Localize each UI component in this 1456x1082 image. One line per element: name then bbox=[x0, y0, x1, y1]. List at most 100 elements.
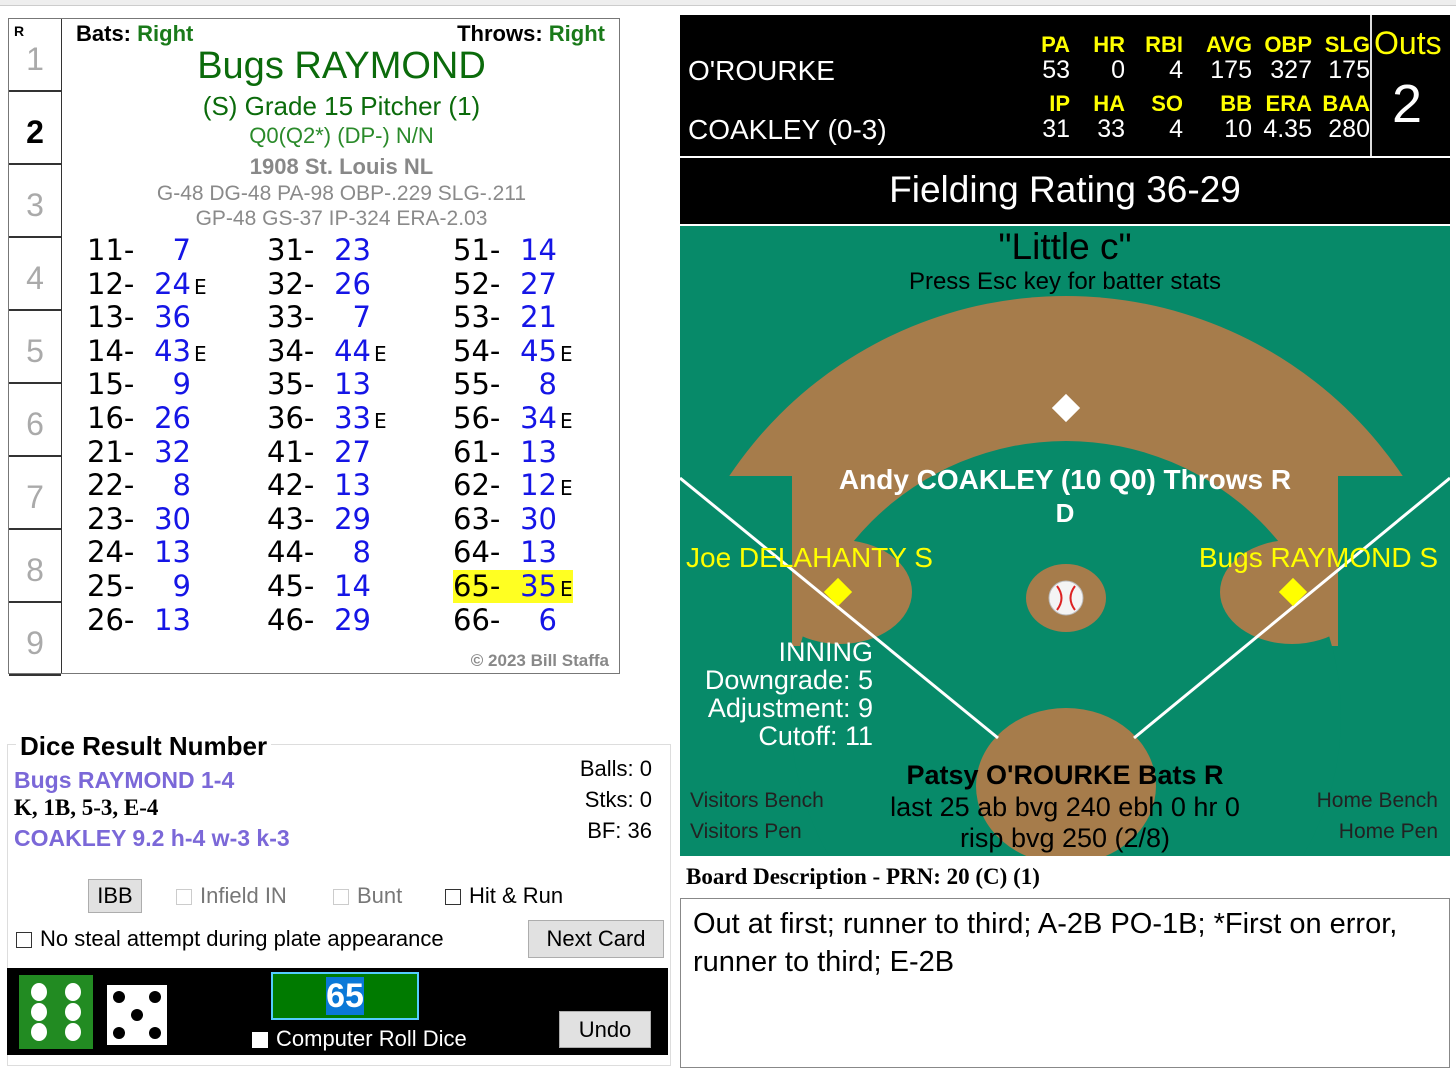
pitcher-sub: D bbox=[1055, 498, 1075, 528]
pitcher-name: COAKLEY (0-3) bbox=[688, 114, 887, 145]
batter-name: O'ROURKE bbox=[688, 55, 835, 86]
dice-number: 15- bbox=[87, 367, 135, 402]
dice-number: 46- bbox=[267, 602, 315, 637]
result-number: 30 bbox=[520, 501, 557, 536]
result-number: 13 bbox=[154, 535, 191, 570]
dice-number: 31- bbox=[267, 233, 315, 267]
field-hint: Press Esc key for batter stats bbox=[908, 268, 1222, 295]
card-result-cell: 26- 13 bbox=[87, 602, 194, 637]
pitcher-header: ERA bbox=[1265, 91, 1312, 116]
rotation-row-8[interactable]: 8 bbox=[9, 530, 61, 603]
third-base-runner[interactable]: Joe DELAHANTY S bbox=[686, 542, 933, 574]
dice-number: 56- bbox=[453, 401, 501, 435]
throws: Throws: Right bbox=[457, 21, 605, 46]
card-result-cell: 44- 8 bbox=[267, 536, 374, 569]
computer-roll-checkbox[interactable]: Computer Roll Dice bbox=[252, 1026, 467, 1052]
card-result-cell: 23- 30 bbox=[87, 501, 194, 536]
result-number: 13 bbox=[334, 468, 371, 503]
result-number: 13 bbox=[334, 367, 371, 402]
visitors-pen[interactable]: Visitors Pen bbox=[690, 820, 802, 844]
card-result-cell: 34- 44 E bbox=[267, 333, 387, 368]
ibb-button[interactable]: IBB bbox=[88, 879, 142, 913]
error-flag: E bbox=[194, 341, 207, 366]
result-number: 8 bbox=[172, 468, 191, 503]
result-number: 6 bbox=[538, 602, 557, 637]
error-flag: E bbox=[194, 274, 207, 299]
rotation-row-2[interactable]: 2 bbox=[9, 92, 61, 165]
tab-strip[interactable] bbox=[0, 0, 1456, 6]
next-card-button[interactable]: Next Card bbox=[528, 920, 664, 958]
dice-number: 66- bbox=[453, 602, 501, 637]
result-number: 30 bbox=[154, 501, 191, 536]
rotation-row-9[interactable]: 9 bbox=[9, 603, 61, 676]
pitcher-header: HA bbox=[1093, 91, 1125, 116]
hit-and-run-checkbox[interactable]: Hit & Run bbox=[445, 883, 563, 909]
result-number: 45 bbox=[520, 333, 557, 368]
pitcher-line: COAKLEY 9.2 h-4 w-3 k-3 bbox=[14, 825, 290, 851]
batter-value: 0 bbox=[1111, 56, 1125, 84]
batter-label: Patsy O'ROURKE Bats R bbox=[906, 760, 1224, 790]
rotation-row-6[interactable]: 6 bbox=[9, 384, 61, 457]
card-result-cell: 62- 12 E bbox=[453, 469, 573, 502]
rotation-row-5[interactable]: 5 bbox=[9, 311, 61, 384]
baseball-icon bbox=[1048, 580, 1084, 616]
result-number: 14 bbox=[520, 233, 557, 267]
batter-value: 4 bbox=[1169, 56, 1183, 84]
bunt-checkbox[interactable]: Bunt bbox=[333, 883, 402, 909]
rotation-row-3[interactable]: 3 bbox=[9, 165, 61, 238]
result-number: 29 bbox=[334, 602, 371, 637]
card-result-cell: 61- 13 bbox=[453, 435, 560, 469]
dice-result-field[interactable]: 65 bbox=[271, 972, 419, 1020]
batter-line2: last 25 ab bvg 240 ebh 0 hr 0 bbox=[890, 792, 1240, 822]
result-number: 7 bbox=[352, 300, 371, 335]
dice-result-panel: Dice Result Number Bugs RAYMOND 1-4 K, 1… bbox=[7, 731, 671, 1066]
rotation-row-4[interactable]: 4 bbox=[9, 238, 61, 311]
home-bench[interactable]: Home Bench bbox=[1317, 789, 1438, 813]
pitcher-header: SO bbox=[1151, 91, 1183, 116]
home-pen[interactable]: Home Pen bbox=[1339, 820, 1438, 844]
result-number: 9 bbox=[172, 569, 191, 603]
visitors-bench[interactable]: Visitors Bench bbox=[690, 789, 824, 813]
batter-value: 327 bbox=[1270, 56, 1312, 84]
result-number: 33 bbox=[334, 401, 371, 435]
dice-number: 41- bbox=[267, 434, 315, 469]
rotation-column: R 123456789 bbox=[9, 19, 62, 676]
balls: Balls: 0 bbox=[579, 756, 652, 781]
result-number: 13 bbox=[520, 535, 557, 570]
inning-info: INNING Downgrade: 5 Adjustment: 9 Cutoff… bbox=[688, 638, 873, 750]
card-result-cell: 65- 35 E bbox=[453, 570, 573, 603]
first-base-runner[interactable]: Bugs RAYMOND S bbox=[1199, 542, 1438, 574]
dice-number: 23- bbox=[87, 501, 135, 536]
card-result-cell: 15- 9 bbox=[87, 368, 194, 401]
result-number: 35 bbox=[520, 569, 557, 603]
strikes: Stks: 0 bbox=[584, 787, 652, 812]
dice-number: 13- bbox=[87, 300, 135, 335]
card-result-cell: 53- 21 bbox=[453, 301, 560, 334]
no-steal-checkbox[interactable]: No steal attempt during plate appearance bbox=[16, 926, 444, 952]
result-number: 36 bbox=[154, 300, 191, 335]
card-result-cell: 54- 45 E bbox=[453, 333, 573, 368]
batter-header: AVG bbox=[1205, 32, 1252, 57]
count: Balls: 0 Stks: 0 BF: 36 bbox=[580, 753, 652, 846]
card-result-cell: 52- 27 bbox=[453, 267, 560, 301]
infield-in-checkbox[interactable]: Infield IN bbox=[176, 883, 287, 909]
card-result-cell: 63- 30 bbox=[453, 501, 560, 536]
scoreboard: O'ROURKE COAKLEY (0-3) PA HR RBI AVG OBP SLG 5… bbox=[680, 15, 1450, 156]
pitcher-value: 10 bbox=[1224, 115, 1252, 143]
rotation-row-1[interactable]: 1 bbox=[9, 19, 61, 92]
undo-button[interactable]: Undo bbox=[559, 1011, 651, 1048]
result-number: 8 bbox=[352, 535, 371, 570]
batter-value: 175 bbox=[1328, 56, 1370, 84]
batter-header: PA bbox=[1041, 32, 1070, 57]
downgrade: Downgrade: 5 bbox=[704, 665, 873, 695]
dice-number: 34- bbox=[267, 333, 315, 368]
pitching-stats: GP-48 GS-37 IP-324 ERA-2.03 bbox=[195, 207, 488, 230]
dice-number: 35- bbox=[267, 367, 315, 402]
dice-number: 26- bbox=[87, 602, 135, 637]
pitcher-value: 31 bbox=[1042, 115, 1070, 143]
rotation-row-7[interactable]: 7 bbox=[9, 457, 61, 530]
dice-number: 16- bbox=[87, 401, 135, 435]
card-result-cell: 41- 27 bbox=[267, 434, 374, 469]
team-year: 1908 St. Louis NL bbox=[249, 154, 434, 179]
card-result-cell: 33- 7 bbox=[267, 301, 374, 334]
